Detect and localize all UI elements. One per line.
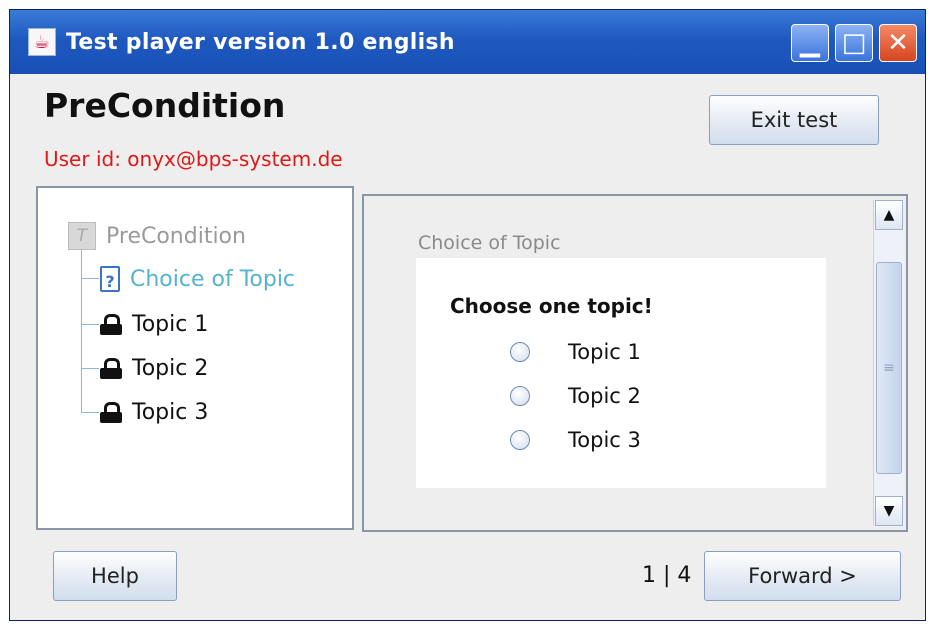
window-controls: ▁ □ ✕ xyxy=(791,24,917,62)
grip-icon: ≡ xyxy=(883,360,895,376)
option-label: Topic 2 xyxy=(568,384,641,408)
tree-item-topic-2[interactable]: Topic 2 xyxy=(100,356,208,381)
tree-root-label: PreCondition xyxy=(106,223,246,249)
tree-item-label: Choice of Topic xyxy=(130,266,296,292)
tree-connector xyxy=(81,250,82,412)
tree-root-precondition[interactable]: T PreCondition xyxy=(68,222,246,250)
tree-connector xyxy=(81,324,99,325)
close-icon: ✕ xyxy=(887,28,909,58)
test-icon: T xyxy=(68,222,96,250)
option-topic-2[interactable]: Topic 2 xyxy=(510,384,641,408)
option-label: Topic 1 xyxy=(568,340,641,364)
help-button[interactable]: Help xyxy=(53,551,177,601)
tree-item-topic-3[interactable]: Topic 3 xyxy=(100,400,208,425)
lock-icon xyxy=(100,401,122,424)
window-title: Test player version 1.0 english xyxy=(66,29,455,55)
maximize-button[interactable]: □ xyxy=(835,24,873,62)
question-panel: Choose one topic! Topic 1 Topic 2 Topic … xyxy=(416,258,826,488)
tree-item-choice-of-topic[interactable]: ? Choice of Topic xyxy=(100,266,295,292)
scroll-down-button[interactable]: ▼ xyxy=(875,496,903,526)
section-label: Choice of Topic xyxy=(418,232,561,254)
arrow-up-icon: ▲ xyxy=(883,207,895,223)
arrow-down-icon: ▼ xyxy=(883,503,895,519)
document-question-icon: ? xyxy=(100,266,120,292)
tree-connector xyxy=(81,278,99,279)
user-id-label: User id: onyx@bps-system.de xyxy=(44,147,343,171)
tree-item-topic-1[interactable]: Topic 1 xyxy=(100,312,208,337)
content-pane: Choice of Topic Choose one topic! Topic … xyxy=(362,194,908,532)
close-button[interactable]: ✕ xyxy=(879,24,917,62)
tree-item-label: Topic 3 xyxy=(132,400,209,425)
option-topic-1[interactable]: Topic 1 xyxy=(510,340,641,364)
scroll-up-button[interactable]: ▲ xyxy=(875,200,903,230)
lock-icon xyxy=(100,357,122,380)
navigation-tree: T PreCondition ? Choice of Topic Topic 1… xyxy=(36,186,354,530)
page-indicator: 1 | 4 xyxy=(642,563,692,588)
page-title: PreCondition xyxy=(44,86,286,125)
radio-button[interactable] xyxy=(510,386,530,406)
maximize-icon: □ xyxy=(841,28,867,58)
scroll-thumb[interactable]: ≡ xyxy=(876,262,902,474)
forward-button[interactable]: Forward > xyxy=(704,551,901,601)
title-bar[interactable]: ☕ Test player version 1.0 english ▁ □ ✕ xyxy=(10,10,925,74)
minimize-button[interactable]: ▁ xyxy=(791,24,829,62)
option-topic-3[interactable]: Topic 3 xyxy=(510,428,641,452)
radio-button[interactable] xyxy=(510,342,530,362)
tree-item-label: Topic 1 xyxy=(132,312,209,337)
minimize-icon: ▁ xyxy=(800,28,820,58)
question-text: Choose one topic! xyxy=(450,294,653,318)
tree-connector xyxy=(81,412,99,413)
radio-button[interactable] xyxy=(510,430,530,450)
tree-item-label: Topic 2 xyxy=(132,356,209,381)
exit-test-button[interactable]: Exit test xyxy=(709,95,879,145)
vertical-scrollbar[interactable]: ▲ ≡ ▼ xyxy=(873,200,904,526)
lock-icon xyxy=(100,313,122,336)
java-cup-icon: ☕ xyxy=(28,28,56,56)
option-label: Topic 3 xyxy=(568,428,641,452)
tree-connector xyxy=(81,368,99,369)
